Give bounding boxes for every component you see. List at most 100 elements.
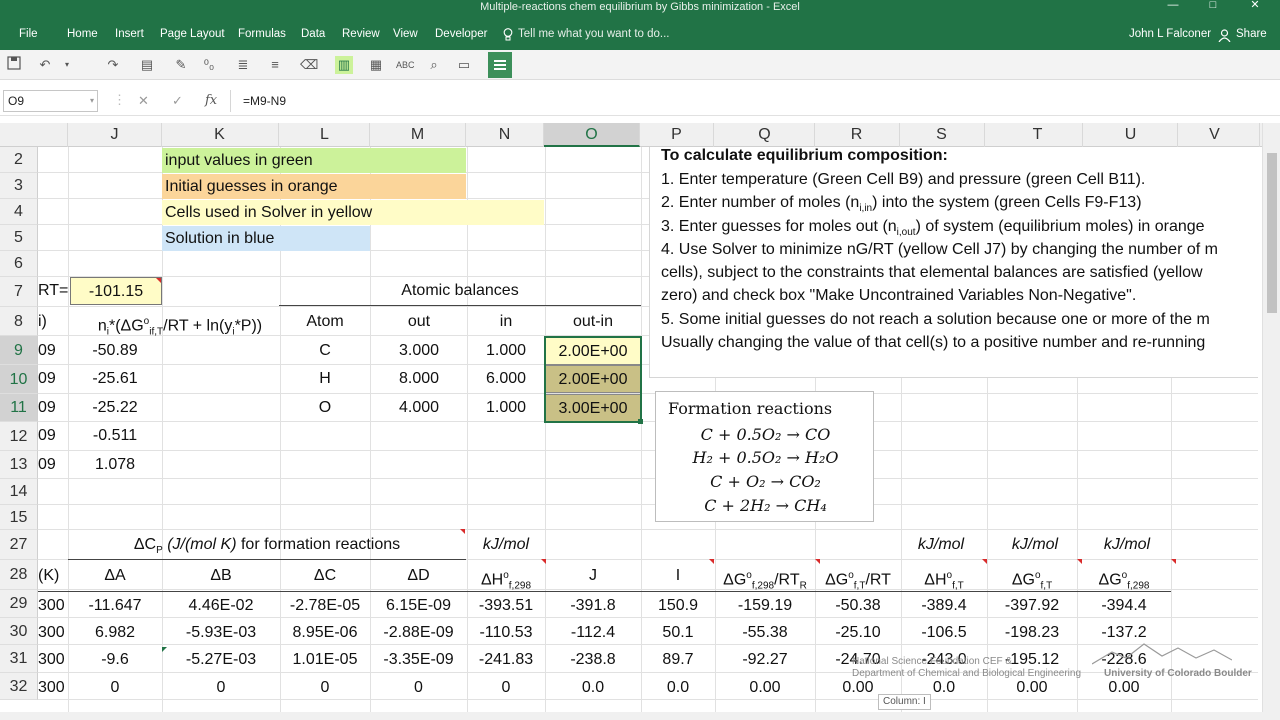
thermo-data-cell[interactable]: -9.6 xyxy=(68,646,162,673)
thermo-header-cell[interactable]: J xyxy=(545,561,641,592)
thermo-data-cell[interactable]: 6.982 xyxy=(68,619,162,646)
species-partial-cell[interactable]: 09 xyxy=(38,365,68,393)
thermo-data-cell[interactable]: 8.95E-06 xyxy=(280,619,370,646)
row-header-4[interactable]: 4 xyxy=(0,199,38,225)
tab-home[interactable]: Home xyxy=(67,20,98,50)
tab-data[interactable]: Data xyxy=(301,20,325,50)
thermo-data-cell[interactable]: 0.00 xyxy=(715,674,815,701)
clear-format-icon[interactable]: ⌫ xyxy=(300,56,318,74)
row-header-11[interactable]: 11 xyxy=(0,394,38,422)
atomic-balances-header[interactable]: Atomic balances xyxy=(279,277,641,306)
row-header-30[interactable]: 30 xyxy=(0,618,38,645)
chart-icon[interactable]: ▥ xyxy=(335,56,353,74)
thermo-header-cell[interactable]: ΔGof,T/RT xyxy=(815,561,901,592)
thermo-data-cell[interactable]: -11.647 xyxy=(68,592,162,619)
atom-out-cell[interactable]: 3.000 xyxy=(371,337,467,365)
minimize-button[interactable]: — xyxy=(1158,0,1188,14)
thermo-data-cell[interactable]: -389.4 xyxy=(901,592,987,619)
cp-header[interactable]: ΔCP (J/(mol K) for formation reactions xyxy=(68,531,466,560)
row28-partial[interactable]: (K) xyxy=(38,561,68,592)
thermo-header-cell[interactable]: ΔA xyxy=(68,561,162,592)
species-partial-cell[interactable]: 09 xyxy=(38,337,68,365)
indent-icon[interactable]: ≣ xyxy=(234,56,252,74)
maximize-button[interactable]: □ xyxy=(1198,0,1228,14)
column-header-partial[interactable] xyxy=(38,123,68,147)
row-header-6[interactable]: 6 xyxy=(0,251,38,277)
view-icon[interactable]: ▭ xyxy=(455,56,473,74)
row-header-31[interactable]: 31 xyxy=(0,645,38,673)
row-header-9[interactable]: 9 xyxy=(0,336,38,365)
column-header-v[interactable]: V xyxy=(1170,123,1260,147)
tab-view[interactable]: View xyxy=(393,20,418,50)
row7-partial-label[interactable]: RT= xyxy=(38,277,70,305)
thermo-data-cell[interactable]: -159.19 xyxy=(715,592,815,619)
row-header-12[interactable]: 12 xyxy=(0,422,38,451)
column-header-n[interactable]: N xyxy=(466,123,544,147)
thermo-data-cell[interactable]: -50.38 xyxy=(815,592,901,619)
formation-reactions-textbox[interactable]: Formation reactions C + 0.5O₂ → CO H₂ + … xyxy=(655,391,874,522)
atom-diff-cell[interactable]: 3.00E+00 xyxy=(545,394,641,422)
spelling-icon[interactable]: ABC xyxy=(396,56,415,74)
insert-function-icon[interactable]: fx xyxy=(205,93,217,108)
user-name[interactable]: John L Falconer xyxy=(1129,20,1211,48)
species-partial-cell[interactable]: 09 xyxy=(38,394,68,422)
out-header[interactable]: out xyxy=(371,307,467,337)
atom-in-cell[interactable]: 6.000 xyxy=(467,365,545,393)
column-header-k[interactable]: K xyxy=(161,123,279,147)
undo-icon[interactable]: ↶ xyxy=(36,56,54,74)
format-painter-icon[interactable]: ✎ xyxy=(172,56,190,74)
column-header-t[interactable]: T xyxy=(993,123,1083,147)
gibbs-term-value[interactable]: -25.61 xyxy=(68,365,162,393)
row-header-13[interactable]: 13 xyxy=(0,451,38,479)
row-header-15[interactable]: 15 xyxy=(0,505,38,530)
legend-guesses-orange[interactable]: Initial guesses in orange xyxy=(162,174,466,199)
gibbs-term-value[interactable]: -25.22 xyxy=(68,394,162,422)
thermo-data-cell[interactable]: 6.15E-09 xyxy=(370,592,467,619)
thermo-data-cell[interactable]: -5.27E-03 xyxy=(162,646,280,673)
row-header-14[interactable]: 14 xyxy=(0,479,38,505)
row-header-32[interactable]: 32 xyxy=(0,673,38,700)
instructions-textbox[interactable]: To calculate equilibrium composition: 1.… xyxy=(649,147,1258,378)
thermo-data-cell[interactable]: -397.92 xyxy=(987,592,1077,619)
column-header-j[interactable]: J xyxy=(68,123,162,147)
thermo-data-cell[interactable]: 0 xyxy=(467,674,545,701)
column-header-u[interactable]: U xyxy=(1084,123,1178,147)
thermo-data-cell[interactable]: 4.46E-02 xyxy=(162,592,280,619)
thermo-data-cell[interactable]: -92.27 xyxy=(715,646,815,673)
gibbs-term-value[interactable]: -0.511 xyxy=(68,422,162,450)
undo-dropdown-icon[interactable]: ▾ xyxy=(58,56,76,74)
thermo-data-cell[interactable]: 0 xyxy=(162,674,280,701)
share-button[interactable]: Share xyxy=(1214,23,1272,47)
tab-file[interactable]: File xyxy=(19,20,38,50)
thermo-header-cell[interactable]: ΔGof,298/RTR xyxy=(715,561,815,592)
atom-cell[interactable]: C xyxy=(279,337,371,365)
out-in-header[interactable]: out-in xyxy=(545,307,641,337)
fill-handle[interactable] xyxy=(638,419,643,424)
atom-cell[interactable]: O xyxy=(279,394,371,422)
column-header-p[interactable]: P xyxy=(640,123,714,147)
cancel-icon[interactable]: ✕ xyxy=(138,93,149,109)
column-header-s[interactable]: S xyxy=(899,123,985,147)
thermo-data-cell[interactable]: 0 xyxy=(370,674,467,701)
row-header-10[interactable]: 10 xyxy=(0,365,38,394)
thermo-header-cell[interactable]: ΔHof,298 xyxy=(467,561,545,592)
name-box[interactable]: O9 xyxy=(3,90,98,112)
table-icon[interactable]: ▦ xyxy=(367,56,385,74)
column-header-m[interactable]: M xyxy=(370,123,466,147)
atom-header[interactable]: Atom xyxy=(279,307,371,337)
in-header[interactable]: in xyxy=(467,307,545,337)
species-partial-cell[interactable]: 09 xyxy=(38,422,68,450)
thermo-data-cell[interactable]: -5.93E-03 xyxy=(162,619,280,646)
thermo-data-cell[interactable]: -112.4 xyxy=(545,619,641,646)
thermo-data-cell[interactable]: 0.0 xyxy=(641,674,715,701)
row-header-7[interactable]: 7 xyxy=(0,277,38,307)
row-header-3[interactable]: 3 xyxy=(0,173,38,199)
thermo-data-cell[interactable]: 50.1 xyxy=(641,619,715,646)
decimal-icon[interactable]: ⁰₀ xyxy=(200,56,218,74)
temp-partial-cell[interactable]: 300 xyxy=(38,674,68,701)
worksheet-grid[interactable]: input values in green Initial guesses in… xyxy=(38,147,1258,720)
thermo-data-cell[interactable]: 150.9 xyxy=(641,592,715,619)
row-header-8[interactable]: 8 xyxy=(0,307,38,336)
thermo-data-cell[interactable]: -394.4 xyxy=(1077,592,1171,619)
nG-RT-value[interactable]: -101.15 xyxy=(70,277,162,305)
